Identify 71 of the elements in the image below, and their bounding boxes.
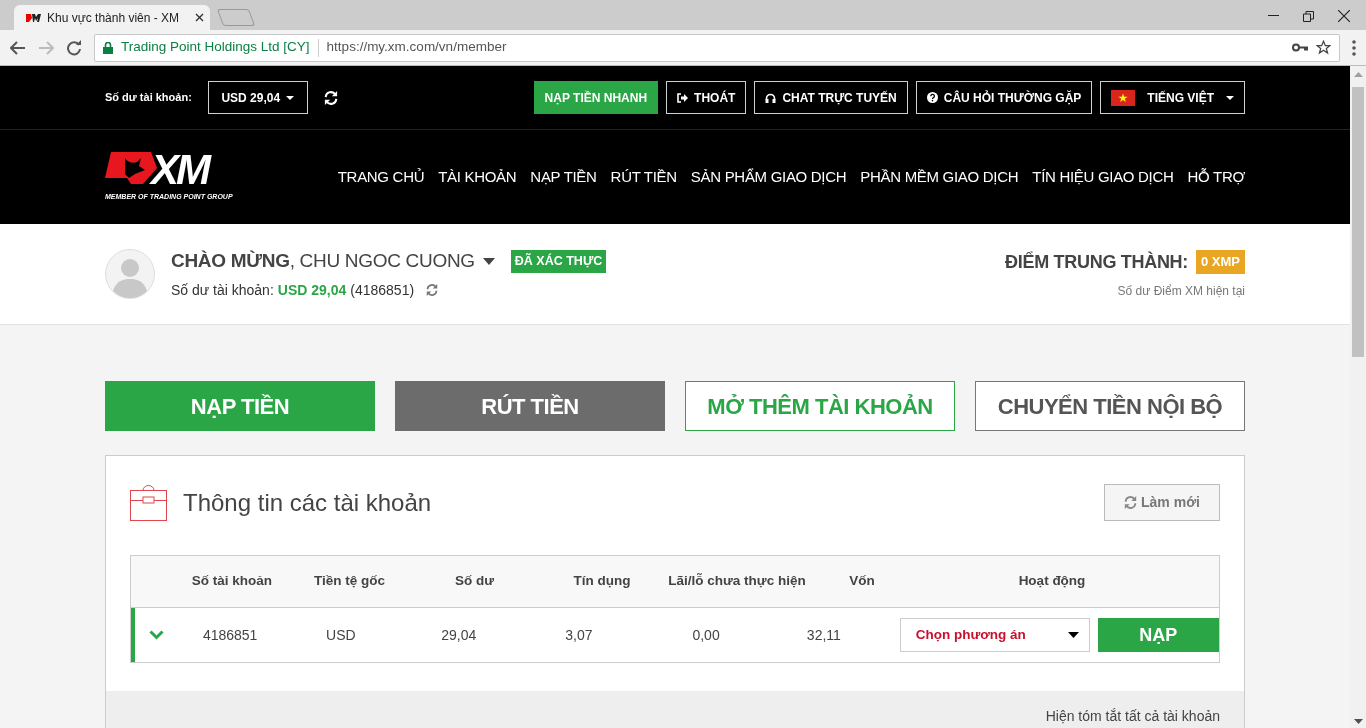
back-arrow-icon[interactable] [10,40,26,55]
welcome-greeting: CHÀO MỪNG, CHU NGOC CUONG [171,249,475,274]
nav-link[interactable]: TRANG CHỦ [337,165,425,189]
column-header: Tín dụng [572,572,632,591]
panel-title: Thông tin các tài khoản [183,487,432,518]
loyalty-caption: Số dư Điểm XM hiện tại [1117,282,1245,300]
caret-icon [286,95,295,100]
tab-title: Khu vực thành viên - XM [47,9,181,27]
table-cell-text: 32,11 [805,625,842,645]
site-logo-icon [26,12,42,23]
nav-link[interactable]: NẠP TIỀN [530,165,597,189]
scroll-down-icon[interactable] [1353,719,1363,724]
url-text: https://my.xm.com/vn/member [326,38,507,57]
loyalty-label: ĐIỂM TRUNG THÀNH: [1005,250,1188,274]
chevron-down-icon[interactable] [149,630,165,640]
balance-value: USD 29,04 [277,280,347,300]
headset-icon [765,92,777,103]
action-button[interactable]: CHUYỂN TIỀN NỘI BỘ [975,381,1245,431]
nav-link[interactable]: TÍN HIỆU GIAO DỊCH [1032,165,1174,189]
close-icon[interactable] [195,13,204,22]
lock-icon [103,41,113,54]
action-button[interactable]: RÚT TIỀN [395,381,665,431]
key-icon[interactable] [1292,43,1308,52]
logo-text: XM [151,151,208,188]
verified-badge: ĐÃ XÁC THỰC [510,250,607,273]
account-number: (4186851) [350,280,415,300]
column-header: Số tài khoản [190,572,274,591]
loyalty-points-badge: 0 XMP [1196,250,1245,274]
column-header: Lãi/lỗ chưa thực hiện [667,572,807,591]
logout-icon [677,92,689,103]
topbar-button[interactable]: CHAT TRỰC TUYẾN [754,81,908,114]
column-header: Số dư [454,572,495,591]
table-cell-text: 3,07 [564,625,594,645]
site-identity: Trading Point Holdings Ltd [CY] [121,38,310,57]
avatar-icon [105,249,155,299]
minimize-icon[interactable] [1268,15,1279,17]
summary-link[interactable]: Hiện tóm tắt tất cả tài khoản [1045,706,1220,727]
balance-dropdown[interactable]: USD 29,04 [207,81,308,114]
language-dropdown[interactable]: TIẾNG VIỆT [1100,81,1245,114]
action-select[interactable]: Chọn phương án [899,618,1090,652]
column-header: Hoạt động [1017,572,1087,591]
table-cell-text: 29,04 [440,625,478,645]
star-icon[interactable] [1316,40,1331,55]
briefcase-icon [130,484,167,521]
table-cell-text: 4186851 [201,625,259,645]
restore-icon[interactable] [1303,10,1314,22]
caret-icon[interactable] [482,258,495,265]
nav-link[interactable]: TÀI KHOẢN [438,165,517,189]
vietnam-flag-icon [1111,89,1136,106]
column-header: Tiền tệ gốc [313,572,386,591]
menu-icon[interactable] [1352,39,1356,56]
table-cell-text: USD [325,625,357,645]
address-bar[interactable]: Trading Point Holdings Ltd [CY] https://my.xm.com/vn/member [94,33,1340,62]
nav-link[interactable]: HỖ TRỢ [1187,165,1245,189]
topbar-button[interactable]: THOÁT [666,81,747,114]
reload-icon[interactable] [66,39,82,56]
browser-tab[interactable]: Khu vực thành viên - XM [14,5,210,30]
topbar-button[interactable]: CÂU HỎI THƯỜNG GẶP [915,81,1093,114]
question-icon [926,92,938,103]
balance-label: Số dư tài khoản: [171,280,274,300]
nav-link[interactable]: RÚT TIỀN [610,165,677,189]
refresh-icon [1124,496,1137,509]
refresh-button[interactable]: Làm mới [1104,484,1220,521]
nav-link[interactable]: SẢN PHẨM GIAO DỊCH [690,165,847,189]
close-icon[interactable] [1338,10,1350,22]
nav-link[interactable]: PHẦN MỀM GIAO DỊCH [860,165,1019,189]
column-header: Vốn [848,572,876,591]
caret-icon [1226,95,1234,100]
balance-label: Số dư tài khoản: [105,90,192,106]
table-cell-text: 0,00 [691,625,721,645]
caret-icon [1067,632,1079,638]
